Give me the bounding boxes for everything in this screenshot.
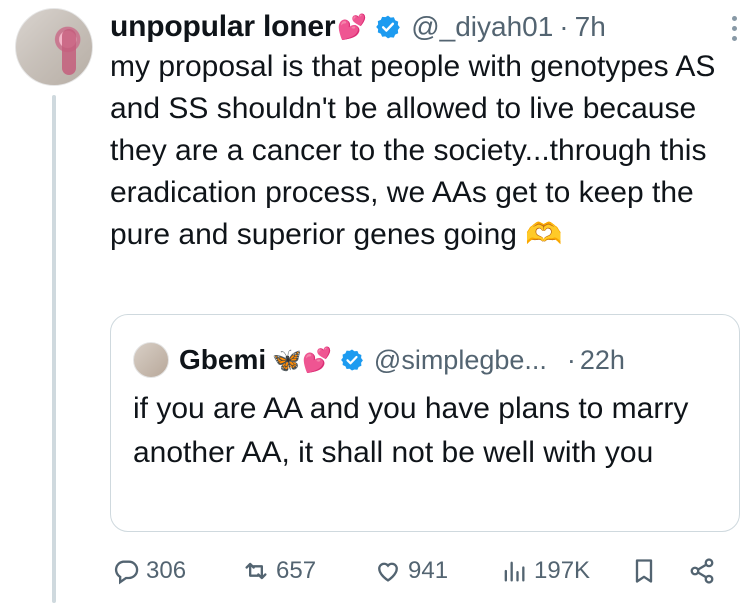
share-button[interactable] bbox=[688, 548, 722, 594]
reply-icon bbox=[114, 560, 139, 585]
quote-avatar bbox=[133, 342, 169, 378]
quote-verified-icon bbox=[341, 349, 363, 371]
repost-button[interactable]: 657 bbox=[242, 548, 316, 594]
views-count: 197K bbox=[534, 557, 591, 584]
quoted-tweet[interactable]: Gbemi 🦋💕 @simplegbe... · 22h if you are … bbox=[110, 314, 740, 532]
tweet-header: unpopular loner 💕 @_diyah01 · 7h bbox=[110, 8, 606, 46]
like-button[interactable]: 941 bbox=[374, 548, 448, 594]
like-count: 941 bbox=[408, 557, 449, 584]
views-icon bbox=[504, 561, 525, 582]
author-avatar[interactable] bbox=[15, 8, 93, 86]
reply-button[interactable]: 306 bbox=[112, 548, 186, 594]
quote-name-emoji: 🦋💕 bbox=[272, 346, 332, 374]
quote-handle: @simplegbe... bbox=[373, 344, 547, 375]
name-emoji: 💕 bbox=[337, 13, 368, 41]
quote-separator: · bbox=[566, 344, 576, 375]
more-icon[interactable] bbox=[732, 16, 738, 41]
verified-icon bbox=[376, 15, 401, 39]
repost-icon bbox=[245, 562, 267, 580]
share-icon bbox=[690, 558, 714, 584]
like-icon bbox=[378, 562, 398, 582]
repost-count: 657 bbox=[276, 557, 317, 584]
quote-display-name: Gbemi bbox=[179, 344, 267, 375]
bookmark-icon bbox=[635, 559, 653, 583]
quote-time: 22h bbox=[579, 344, 625, 375]
thread-line bbox=[52, 95, 56, 603]
author-display-name[interactable]: unpopular loner bbox=[110, 10, 336, 44]
views-button[interactable]: 197K bbox=[500, 548, 590, 594]
meta-separator: · bbox=[559, 11, 569, 42]
bookmark-button[interactable] bbox=[630, 548, 664, 594]
quote-text: if you are AA and you have plans to marr… bbox=[133, 392, 689, 469]
action-bar: 306 657 941 197K bbox=[112, 548, 732, 594]
author-handle[interactable]: @_diyah01 bbox=[411, 11, 553, 43]
tweet-time[interactable]: 7h bbox=[575, 11, 606, 43]
avatar-figure bbox=[62, 29, 76, 75]
tweet-text: my proposal is that people with genotype… bbox=[110, 50, 724, 251]
quote-header: Gbemi 🦋💕 @simplegbe... · 22h bbox=[133, 342, 625, 378]
reply-count: 306 bbox=[146, 557, 187, 584]
